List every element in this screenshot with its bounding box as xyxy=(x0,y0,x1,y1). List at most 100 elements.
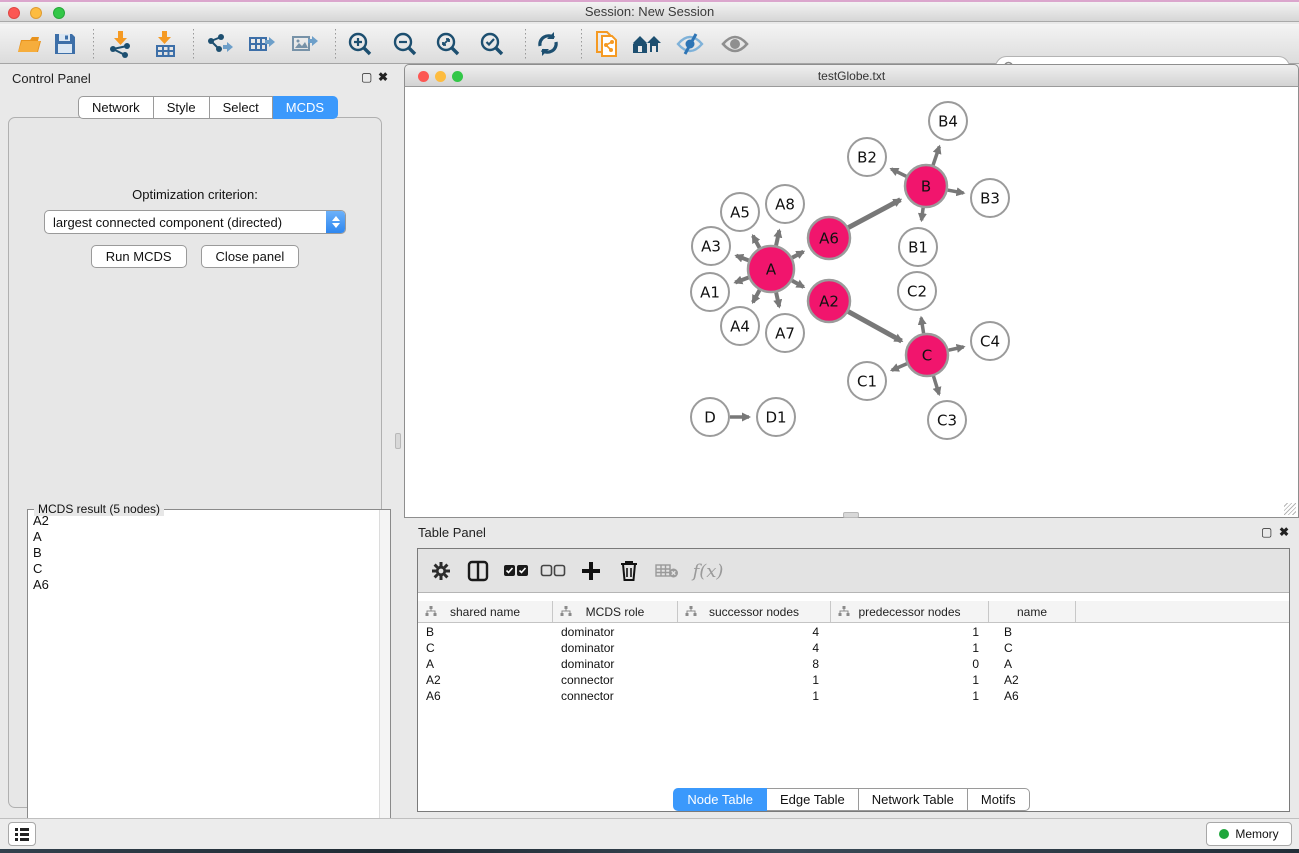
select-all-icon[interactable] xyxy=(501,556,531,586)
float-panel-icon[interactable]: ▢ xyxy=(361,70,372,84)
table-row[interactable]: Bdominator41B xyxy=(418,624,1289,640)
table-row[interactable]: A6connector11A6 xyxy=(418,688,1289,704)
close-table-panel-icon[interactable]: ✖ xyxy=(1279,525,1289,539)
network-window-titlebar[interactable]: testGlobe.txt xyxy=(404,64,1299,87)
tab-node-table[interactable]: Node Table xyxy=(673,788,767,811)
table-cell[interactable]: dominator xyxy=(553,624,678,640)
zoom-fit-icon[interactable] xyxy=(432,29,464,59)
table-cell[interactable]: 4 xyxy=(678,640,831,656)
table-cell[interactable]: connector xyxy=(553,688,678,704)
graph-edge[interactable] xyxy=(948,347,963,350)
column-header-successor-nodes[interactable]: successor nodes xyxy=(678,601,831,622)
result-item[interactable]: B xyxy=(29,545,378,561)
settings-gear-icon[interactable] xyxy=(426,556,456,586)
open-file-icon[interactable] xyxy=(14,29,46,59)
close-network-icon[interactable] xyxy=(418,71,429,82)
graph-edge[interactable] xyxy=(735,277,748,282)
export-image-icon[interactable] xyxy=(289,29,321,59)
import-network-icon[interactable] xyxy=(104,29,136,59)
minimize-window-icon[interactable] xyxy=(30,7,42,19)
tab-motifs[interactable]: Motifs xyxy=(968,788,1030,811)
table-cell[interactable]: C xyxy=(989,640,1076,656)
table-cell[interactable]: A xyxy=(418,656,553,672)
run-mcds-button[interactable]: Run MCDS xyxy=(91,245,187,268)
zoom-out-icon[interactable] xyxy=(389,29,421,59)
column-header-predecessor-nodes[interactable]: predecessor nodes xyxy=(831,601,989,622)
graph-edge[interactable] xyxy=(753,236,760,248)
table-cell[interactable]: A xyxy=(989,656,1076,672)
graph-edge[interactable] xyxy=(891,169,906,176)
tab-mcds[interactable]: MCDS xyxy=(273,96,338,119)
tab-network-table[interactable]: Network Table xyxy=(859,788,968,811)
graph-edge[interactable] xyxy=(776,292,779,306)
tab-network[interactable]: Network xyxy=(78,96,154,119)
graph-edge[interactable] xyxy=(948,190,964,193)
graph-edge[interactable] xyxy=(933,376,939,394)
result-item[interactable]: A2 xyxy=(29,513,378,529)
show-column-icon[interactable] xyxy=(463,556,493,586)
column-header-shared-name[interactable]: shared name xyxy=(418,601,553,622)
table-cell[interactable]: dominator xyxy=(553,656,678,672)
zoom-in-icon[interactable] xyxy=(344,29,376,59)
export-network-icon[interactable] xyxy=(203,29,235,59)
result-item[interactable]: A6 xyxy=(29,577,378,593)
table-cell[interactable]: B xyxy=(989,624,1076,640)
deselect-all-icon[interactable] xyxy=(538,556,568,586)
tab-edge-table[interactable]: Edge Table xyxy=(767,788,859,811)
graph-edge[interactable] xyxy=(848,312,901,341)
tab-select[interactable]: Select xyxy=(210,96,273,119)
table-cell[interactable]: A2 xyxy=(418,672,553,688)
network-canvas[interactable]: B4B2BB3A5A8A6A3B1AC2A1A2A4A7C4CC1C3DD1 xyxy=(404,87,1299,518)
task-history-button[interactable] xyxy=(8,822,36,846)
graph-edge[interactable] xyxy=(933,147,939,166)
zoom-network-icon[interactable] xyxy=(452,71,463,82)
table-cell[interactable]: 1 xyxy=(678,688,831,704)
result-item[interactable]: A xyxy=(29,529,378,545)
graph-edge[interactable] xyxy=(792,281,804,287)
delete-table-icon[interactable] xyxy=(652,556,682,586)
function-builder-icon[interactable]: f(x) xyxy=(693,556,723,586)
tab-style[interactable]: Style xyxy=(154,96,210,119)
table-cell[interactable]: 0 xyxy=(831,656,989,672)
criterion-dropdown[interactable]: largest connected component (directed) xyxy=(44,210,346,234)
table-cell[interactable]: 1 xyxy=(678,672,831,688)
graph-edge[interactable] xyxy=(922,208,924,220)
result-item[interactable]: C xyxy=(29,561,378,577)
table-row[interactable]: Cdominator41C xyxy=(418,640,1289,656)
close-panel-icon[interactable]: ✖ xyxy=(378,70,388,84)
new-network-from-selection-icon[interactable] xyxy=(591,29,623,59)
export-table-icon[interactable] xyxy=(246,29,278,59)
table-cell[interactable]: dominator xyxy=(553,640,678,656)
graph-edge[interactable] xyxy=(921,318,923,334)
import-table-icon[interactable] xyxy=(149,29,181,59)
table-cell[interactable]: 4 xyxy=(678,624,831,640)
result-scrollbar[interactable] xyxy=(379,510,390,850)
graph-edge[interactable] xyxy=(776,230,779,245)
refresh-icon[interactable] xyxy=(532,29,564,59)
table-row[interactable]: Adominator80A xyxy=(418,656,1289,672)
close-panel-button[interactable]: Close panel xyxy=(201,245,300,268)
column-header-name[interactable]: name xyxy=(989,601,1076,622)
hide-selected-icon[interactable] xyxy=(674,29,706,59)
table-cell[interactable]: A6 xyxy=(989,688,1076,704)
graph-edge[interactable] xyxy=(848,200,900,228)
show-all-icon[interactable] xyxy=(719,29,751,59)
resize-grip-icon[interactable] xyxy=(1284,503,1296,515)
graph-nodes[interactable]: B4B2BB3A5A8A6A3B1AC2A1A2A4A7C4CC1C3DD1 xyxy=(691,102,1009,439)
column-header-MCDS-role[interactable]: MCDS role xyxy=(553,601,678,622)
graph-edge[interactable] xyxy=(792,252,803,258)
close-window-icon[interactable] xyxy=(8,7,20,19)
first-neighbors-icon[interactable] xyxy=(631,29,663,59)
table-row[interactable]: A2connector11A2 xyxy=(418,672,1289,688)
mcds-result-list[interactable]: A2ABCA6 xyxy=(29,513,378,849)
graph-edge[interactable] xyxy=(736,256,748,261)
save-session-icon[interactable] xyxy=(49,29,81,59)
zoom-selected-icon[interactable] xyxy=(476,29,508,59)
table-cell[interactable]: B xyxy=(418,624,553,640)
delete-column-icon[interactable] xyxy=(614,556,644,586)
float-table-panel-icon[interactable]: ▢ xyxy=(1261,525,1272,539)
memory-button[interactable]: Memory xyxy=(1206,822,1292,846)
graph-edge[interactable] xyxy=(753,290,760,302)
table-cell[interactable]: 1 xyxy=(831,672,989,688)
table-cell[interactable]: 1 xyxy=(831,640,989,656)
